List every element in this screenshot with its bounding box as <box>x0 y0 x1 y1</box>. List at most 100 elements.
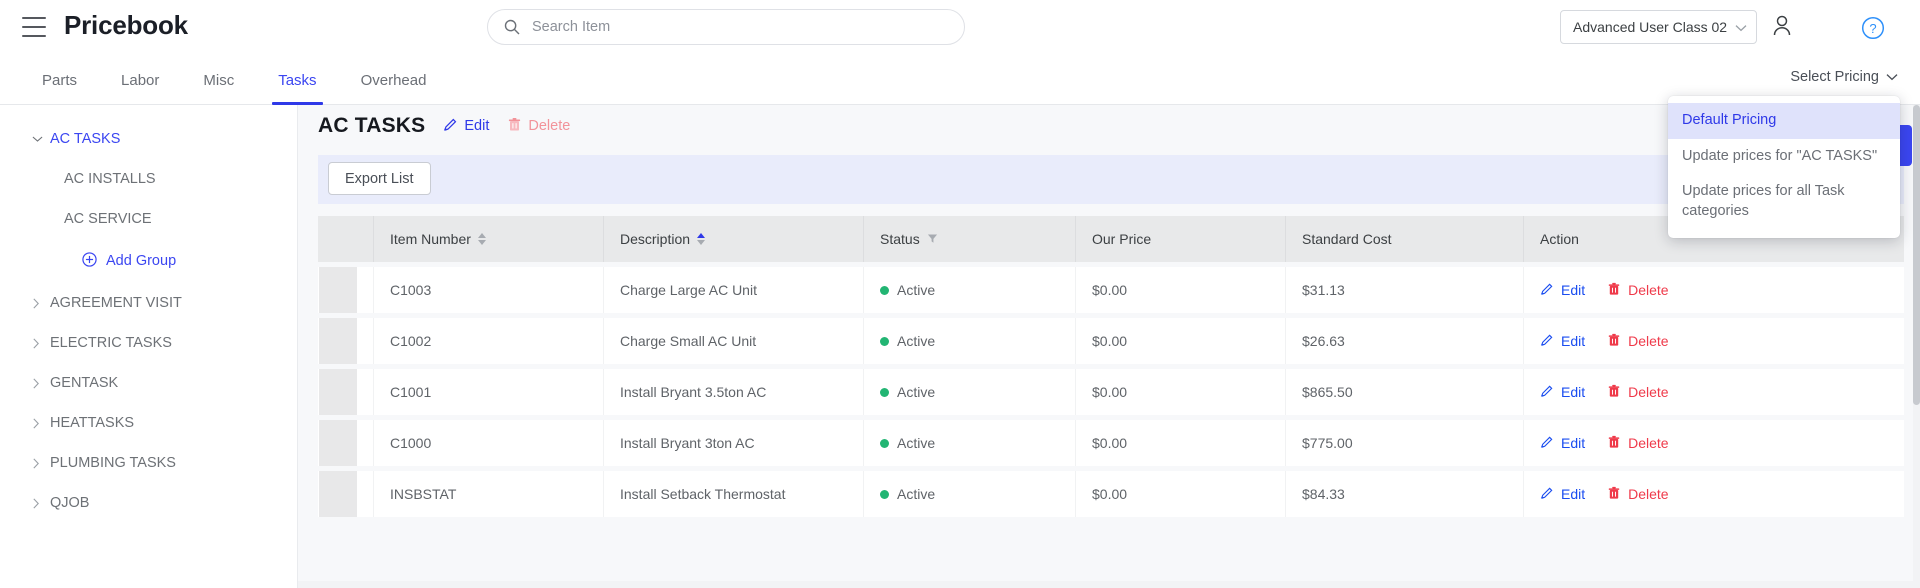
cell-action: Edit Delete <box>1524 471 1904 517</box>
pencil-icon <box>443 117 458 136</box>
cell-status: Active <box>864 267 1076 313</box>
tab-tasks[interactable]: Tasks <box>256 55 338 105</box>
user-class-selector[interactable]: Advanced User Class 02 <box>1560 10 1758 44</box>
row-delete-button[interactable]: Delete <box>1607 435 1669 452</box>
sidebar-item-electric-tasks[interactable]: ELECTRIC TASKS <box>0 323 297 363</box>
status-dot-icon <box>880 489 889 499</box>
tab-parts[interactable]: Parts <box>20 55 99 105</box>
vertical-scrollbar-thumb[interactable] <box>1913 105 1920 405</box>
vertical-scrollbar[interactable] <box>1913 105 1920 588</box>
menu-item-update-prices-all[interactable]: Update prices for all Task categories <box>1668 174 1900 229</box>
tasks-table: Item Number Description Status Our Price… <box>318 211 1904 522</box>
column-status[interactable]: Status <box>864 216 1076 262</box>
sort-icon[interactable] <box>477 233 486 245</box>
row-delete-label: Delete <box>1628 435 1669 451</box>
status-dot-icon <box>880 387 889 397</box>
sidebar-item-agreement-visit[interactable]: AGREEMENT VISIT <box>0 283 297 323</box>
cell-description: Charge Small AC Unit <box>604 318 864 364</box>
sidebar-item-label: HEATTASKS <box>50 415 135 431</box>
select-pricing-dropdown-trigger[interactable]: Select Pricing <box>1790 69 1898 85</box>
row-edit-button[interactable]: Edit <box>1540 333 1585 350</box>
menu-item-update-prices-category[interactable]: Update prices for "AC TASKS" <box>1668 139 1900 175</box>
row-edit-button[interactable]: Edit <box>1540 384 1585 401</box>
chevron-right-icon <box>32 498 50 509</box>
row-delete-label: Delete <box>1628 486 1669 502</box>
row-edit-label: Edit <box>1561 486 1586 502</box>
trash-icon <box>1607 486 1621 503</box>
row-delete-button[interactable]: Delete <box>1607 333 1669 350</box>
horizontal-scrollbar[interactable] <box>298 581 1913 588</box>
row-delete-button[interactable]: Delete <box>1607 282 1669 299</box>
cell-standard-cost: $31.13 <box>1286 267 1524 313</box>
sidebar-item-ac-installs[interactable]: AC INSTALLS <box>0 159 297 199</box>
cell-item-number: C1002 <box>374 318 604 364</box>
cell-item-number: C1001 <box>374 369 604 415</box>
filter-icon[interactable] <box>927 231 938 247</box>
cell-action: Edit Delete <box>1524 267 1904 313</box>
sidebar-item-plumbing-tasks[interactable]: PLUMBING TASKS <box>0 443 297 483</box>
table-row[interactable]: INSBSTAT Install Setback Thermostat Acti… <box>318 471 1904 517</box>
status-dot-icon <box>880 336 889 346</box>
cell-our-price: $0.00 <box>1076 420 1286 466</box>
sort-icon-ascending[interactable] <box>697 233 706 245</box>
table-header-row: Item Number Description Status Our Price… <box>318 216 1904 262</box>
delete-category-button[interactable]: Delete <box>507 117 570 136</box>
sidebar-item-heattasks[interactable]: HEATTASKS <box>0 403 297 443</box>
table-row[interactable]: C1002 Charge Small AC Unit Active $0.00 … <box>318 318 1904 364</box>
cell-our-price: $0.00 <box>1076 318 1286 364</box>
item-thumbnail-placeholder <box>319 318 357 364</box>
item-thumbnail-cell <box>318 318 374 364</box>
table-row[interactable]: C1001 Install Bryant 3.5ton AC Active $0… <box>318 369 1904 415</box>
cell-our-price: $0.00 <box>1076 267 1286 313</box>
row-edit-button[interactable]: Edit <box>1540 282 1585 299</box>
export-list-button[interactable]: Export List <box>328 162 431 195</box>
row-delete-button[interactable]: Delete <box>1607 486 1669 503</box>
row-edit-button[interactable]: Edit <box>1540 435 1585 452</box>
tab-overhead[interactable]: Overhead <box>339 55 449 105</box>
row-edit-button[interactable]: Edit <box>1540 486 1585 503</box>
column-description[interactable]: Description <box>604 216 864 262</box>
table-row[interactable]: C1003 Charge Large AC Unit Active $0.00 … <box>318 267 1904 313</box>
sidebar-item-gentask[interactable]: GENTASK <box>0 363 297 403</box>
help-circle-icon[interactable]: ? <box>1861 16 1885 40</box>
edit-category-button[interactable]: Edit <box>443 117 489 136</box>
trash-icon <box>1607 435 1621 452</box>
column-item-number[interactable]: Item Number <box>374 216 604 262</box>
search-input[interactable] <box>532 19 950 35</box>
row-delete-button[interactable]: Delete <box>1607 384 1669 401</box>
trash-icon <box>1607 282 1621 299</box>
tab-labor[interactable]: Labor <box>99 55 181 105</box>
status-dot-icon <box>880 438 889 448</box>
add-group-button[interactable]: Add Group <box>0 239 297 283</box>
row-delete-label: Delete <box>1628 282 1669 298</box>
chevron-right-icon <box>32 418 50 429</box>
column-thumbnail <box>318 216 374 262</box>
column-label: Item Number <box>390 231 471 247</box>
table-row[interactable]: C1000 Install Bryant 3ton AC Active $0.0… <box>318 420 1904 466</box>
cell-action: Edit Delete <box>1524 420 1904 466</box>
sidebar-item-qjob[interactable]: QJOB <box>0 483 297 523</box>
person-icon[interactable] <box>1771 13 1793 37</box>
user-class-label: Advanced User Class 02 <box>1573 19 1728 35</box>
sidebar-item-ac-service[interactable]: AC SERVICE <box>0 199 297 239</box>
table-toolbar: Export List <box>318 155 1904 204</box>
cell-item-number: INSBSTAT <box>374 471 604 517</box>
hamburger-icon[interactable] <box>22 17 46 37</box>
category-header: AC TASKS Edit Delete <box>318 114 570 138</box>
item-thumbnail-placeholder <box>319 369 357 415</box>
sidebar-item-ac-tasks[interactable]: AC TASKS <box>0 119 297 159</box>
add-group-label: Add Group <box>106 253 177 269</box>
search-box[interactable] <box>487 9 965 45</box>
status-badge: Active <box>897 486 936 502</box>
column-our-price: Our Price <box>1076 216 1286 262</box>
row-delete-label: Delete <box>1628 333 1669 349</box>
status-badge: Active <box>897 282 936 298</box>
cell-item-number: C1003 <box>374 267 604 313</box>
menu-item-default-pricing[interactable]: Default Pricing <box>1668 103 1900 139</box>
trash-icon <box>507 117 522 136</box>
cell-our-price: $0.00 <box>1076 369 1286 415</box>
chevron-right-icon <box>32 298 50 309</box>
tab-misc[interactable]: Misc <box>181 55 256 105</box>
row-edit-label: Edit <box>1561 435 1586 451</box>
sidebar-item-label: AGREEMENT VISIT <box>50 295 182 311</box>
